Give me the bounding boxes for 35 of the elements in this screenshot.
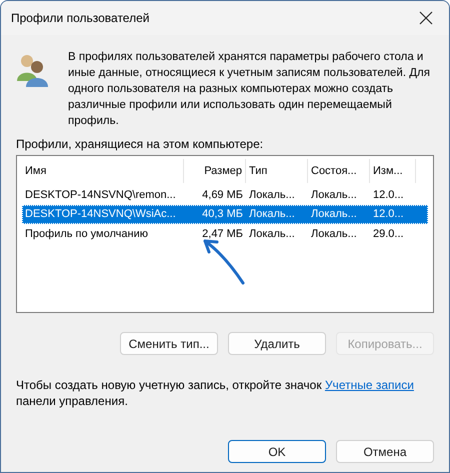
users-icon xyxy=(16,53,48,87)
delete-button[interactable]: Удалить xyxy=(228,332,326,355)
ok-button[interactable]: OK xyxy=(228,440,326,463)
table-cell-text: 2,47 МБ xyxy=(201,228,244,240)
profile-row[interactable]: Профиль по умолчанию 2,47 МБ Локаль... Локаль... 29.0... xyxy=(22,224,428,244)
table-cell-text: 12.0... xyxy=(372,188,405,201)
column-header[interactable]: Тип xyxy=(246,159,308,183)
table-cell-text: DESKTOP-14NSVNQ\remon... xyxy=(24,188,177,201)
description-text: В профилях пользователей хранятся параметры рабочего стола и иные данные, относящиеся к учетным записям пользователей. Для одного пользователя на разных компьютерах можно создать различные профили или использовать один перемещаемый профиль. xyxy=(68,50,431,129)
table-cell-text: 29.0... xyxy=(372,228,405,240)
annotation-arrow xyxy=(204,240,244,284)
column-header[interactable]: Размер xyxy=(184,159,246,183)
list-label: Профили, хранящиеся на этом компьютере: xyxy=(16,137,264,151)
table-cell-text: Профиль по умолчанию xyxy=(24,228,149,240)
table-cell-text: Локаль... xyxy=(310,188,358,201)
change-type-button[interactable]: Сменить тип... xyxy=(120,332,218,355)
table-cell-text: Локаль... xyxy=(310,208,358,220)
cancel-button[interactable]: Отмена xyxy=(336,440,434,463)
column-header[interactable]: Состоя... xyxy=(308,159,370,183)
footer-text: Чтобы создать новую учетную запись, откройте значок Учетные записи панели управления. xyxy=(16,377,415,409)
table-cell-text: Локаль... xyxy=(248,188,296,201)
column-header[interactable]: Изм... xyxy=(370,159,416,183)
table-cell-text: DESKTOP-14NSVNQ\WsiAc... xyxy=(24,208,177,220)
column-header[interactable]: Имя xyxy=(22,159,184,183)
profile-row[interactable]: DESKTOP-14NSVNQ\remon... 4,69 МБ Локаль... Локаль... 12.0... xyxy=(22,185,428,204)
table-cell-text: 4,69 МБ xyxy=(201,188,244,201)
profile-row[interactable]: DESKTOP-14NSVNQ\WsiAc... 40,3 МБ Локаль... Локаль... 12.0... xyxy=(22,204,428,224)
table-cell-text: Локаль... xyxy=(310,228,358,240)
profile-list[interactable] xyxy=(16,155,434,313)
table-cell-text: Локаль... xyxy=(248,208,296,220)
table-cell-text: Локаль... xyxy=(248,228,296,240)
table-cell-text: 12.0... xyxy=(372,208,405,220)
window-title: Профили пользователей xyxy=(11,11,150,25)
accounts-link[interactable]: Учетные записи xyxy=(324,378,414,392)
table-cell-text: 40,3 МБ xyxy=(201,208,244,220)
